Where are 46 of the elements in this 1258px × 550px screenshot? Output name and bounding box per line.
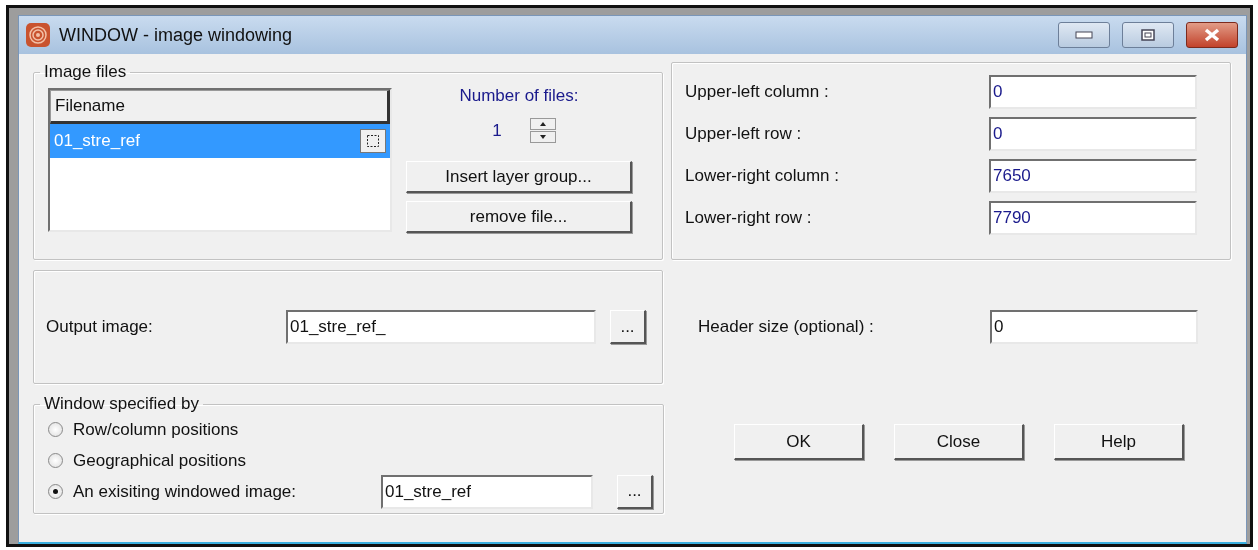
coordinate-field[interactable]: 0 [989,75,1197,109]
column-header[interactable]: Filename [50,90,390,124]
coordinate-field[interactable]: 0 [989,117,1197,151]
count-value: 1 [492,120,502,141]
down-arrow-icon [539,135,546,139]
minimize-icon [1075,31,1093,39]
coordinate-field[interactable]: 7650 [989,159,1197,193]
row-button[interactable] [360,129,386,153]
remove-file-button[interactable]: remove file... [406,201,632,233]
help-button[interactable]: Help [1054,424,1184,460]
option-label[interactable]: Geographical positions [73,450,371,471]
group-title: Image files [43,62,128,82]
minimize-button[interactable] [1058,22,1110,48]
radio-button[interactable] [48,484,63,499]
field-label: Lower-right column : [685,166,839,186]
field-label: Upper-left column : [685,82,829,102]
browse-button[interactable]: ... [617,474,653,509]
insert-group-button[interactable]: Insert layer group... [406,161,632,193]
group-title: Window specified by [43,394,200,414]
header-size-field[interactable]: 0 [990,310,1198,344]
field-label: Output image: [46,317,154,337]
maximize-icon [1141,29,1155,41]
field-label: Header size (optional) : [698,317,874,337]
output-field[interactable]: 01_stre_ref_ [286,310,596,344]
maximize-button[interactable] [1122,22,1174,48]
browse-button[interactable]: ... [610,310,646,344]
ok-button[interactable]: OK [734,424,864,460]
close-button[interactable] [1186,22,1238,48]
dotted-square-icon [366,134,380,148]
count-label: Number of files: [459,86,579,106]
close-dialog-button[interactable]: Close [894,424,1024,460]
file-name: 01_stre_ref [54,131,140,151]
windowed-image-field[interactable]: 01_stre_ref [381,474,593,509]
field-label: Upper-left row : [685,124,802,144]
option-label[interactable]: An exisiting windowed image: [73,481,371,502]
radio-button[interactable] [48,422,63,437]
field-label: Lower-right row : [685,208,812,228]
coordinate-field[interactable]: 7790 [989,201,1197,235]
window-title: WINDOW - image windowing [59,24,294,46]
app-icon [25,22,51,48]
spin-down-button[interactable] [529,131,556,143]
up-arrow-icon [539,122,546,126]
spin-up-button[interactable] [529,118,556,130]
option-label[interactable]: Row/column positions [73,419,371,440]
radio-button[interactable] [48,453,63,468]
close-icon [1204,28,1220,42]
